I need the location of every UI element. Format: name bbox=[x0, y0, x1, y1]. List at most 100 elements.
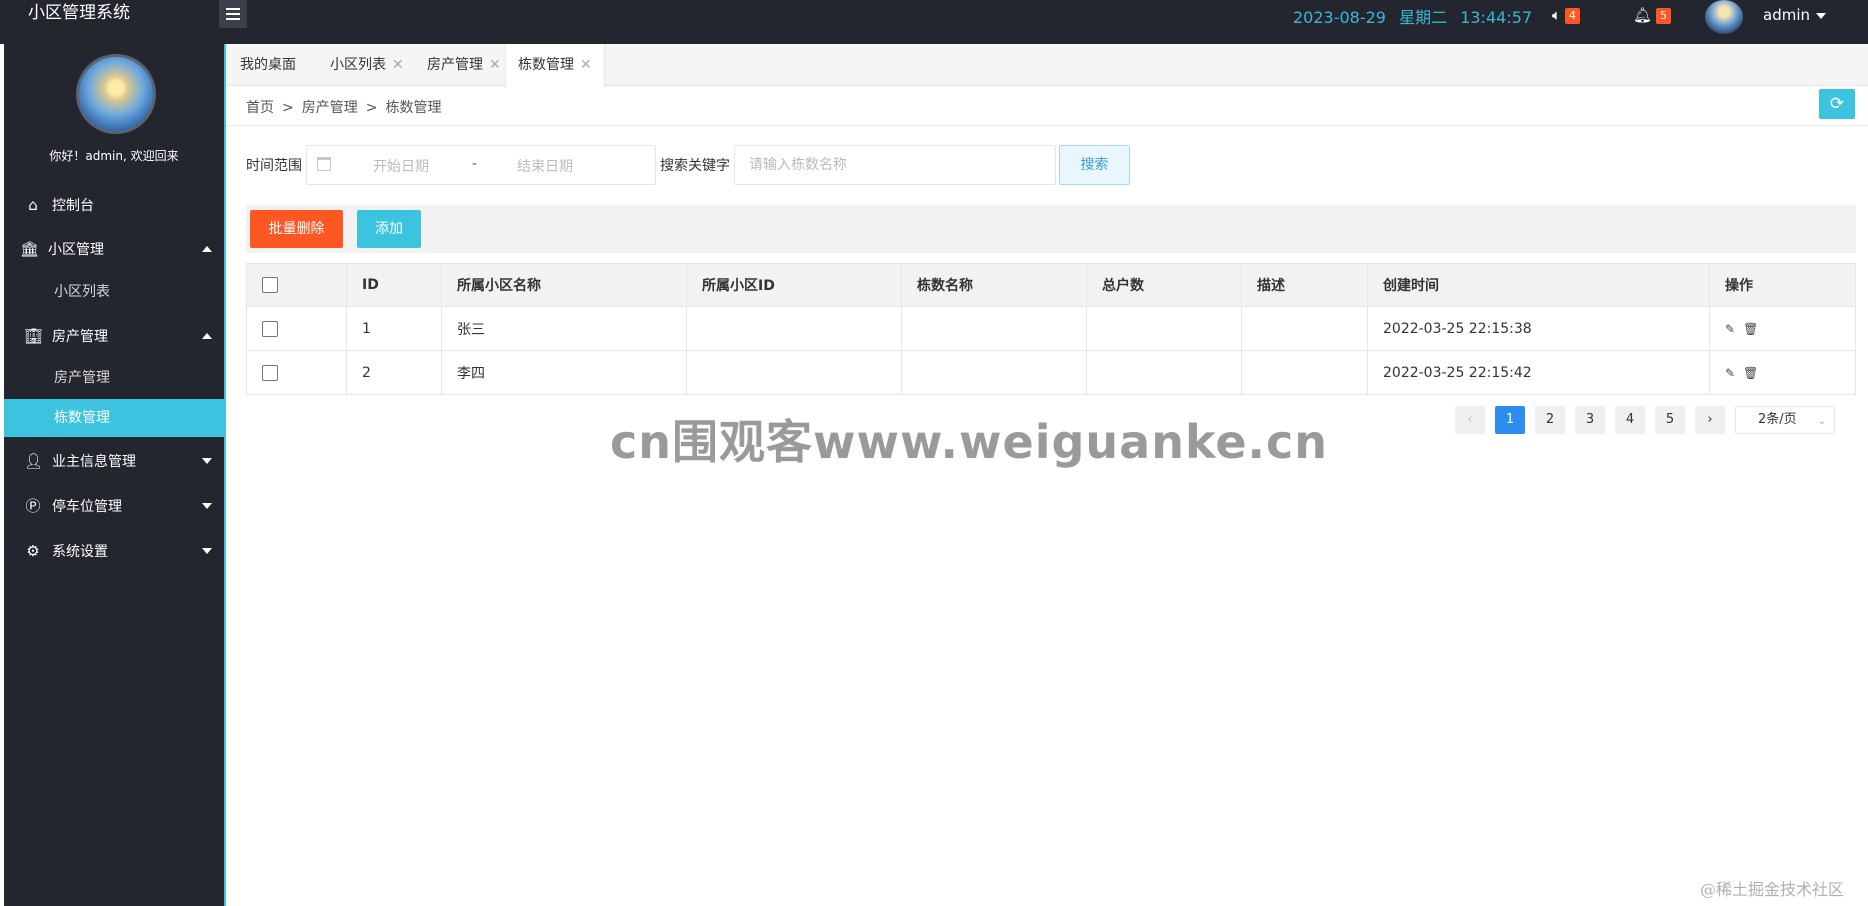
created-time-cell: 2022-03-25 22:15:42 bbox=[1367, 350, 1710, 395]
date-text: 2023-08-29 bbox=[1293, 8, 1386, 27]
community-id-cell bbox=[686, 306, 902, 351]
edit-icon[interactable]: ✎ bbox=[1725, 322, 1735, 336]
tab-building[interactable]: 栋数管理 ✕ bbox=[505, 44, 605, 87]
breadcrumb-current: 栋数管理 bbox=[385, 100, 442, 116]
page-5-button[interactable]: 5 bbox=[1655, 406, 1685, 434]
calendar-icon bbox=[317, 157, 331, 171]
sidebar-item-dashboard[interactable]: ⌂ 控制台 bbox=[4, 185, 224, 225]
app-title: 小区管理系统 bbox=[28, 3, 130, 23]
column-header: 所属小区名称 bbox=[441, 263, 687, 307]
table-row: 2 李四 2022-03-25 22:15:42 ✎ 🗑︎ bbox=[246, 350, 1856, 395]
chevron-up-icon bbox=[202, 333, 212, 339]
community-id-cell bbox=[686, 350, 902, 395]
menu-toggle-icon[interactable] bbox=[219, 0, 247, 28]
next-page-button[interactable]: › bbox=[1695, 406, 1725, 434]
sidebar-item-building-manage[interactable]: 栋数管理 bbox=[4, 399, 224, 437]
search-input[interactable] bbox=[734, 145, 1056, 185]
page-2-button[interactable]: 2 bbox=[1535, 406, 1565, 434]
actions-cell: ✎ 🗑︎ bbox=[1709, 306, 1856, 351]
tab-property[interactable]: 房产管理 ✕ bbox=[415, 44, 513, 86]
refresh-icon: ⟳ bbox=[1829, 94, 1845, 114]
sidebar-item-property[interactable]: 🏢︎ 房产管理 bbox=[4, 316, 224, 356]
select-all-cell bbox=[246, 263, 347, 307]
welcome-text: 你好！admin, 欢迎回来 bbox=[49, 149, 179, 163]
refresh-button[interactable]: ⟳ bbox=[1819, 89, 1855, 119]
column-header: 描述 bbox=[1241, 263, 1368, 307]
chevron-down-icon: ⌄ bbox=[1817, 416, 1826, 427]
trash-icon[interactable]: 🗑︎ bbox=[1743, 322, 1758, 336]
sound-badge: 4 bbox=[1565, 7, 1581, 24]
page-4-button[interactable]: 4 bbox=[1615, 406, 1645, 434]
close-icon[interactable]: ✕ bbox=[580, 57, 592, 73]
tab-label: 我的桌面 bbox=[240, 57, 296, 73]
tab-bar: 我的桌面 小区列表 ✕ 房产管理 ✕ 栋数管理 ✕ bbox=[226, 44, 1868, 87]
row-checkbox[interactable] bbox=[262, 320, 278, 337]
sidebar-item-label: 小区管理 bbox=[48, 242, 104, 258]
building-name-cell bbox=[901, 306, 1087, 351]
page-size-select[interactable]: 2条/页 ⌄ bbox=[1735, 406, 1835, 434]
building-name-cell bbox=[901, 350, 1087, 395]
sidebar-item-owner-info[interactable]: 👤︎ 业主信息管理 bbox=[4, 441, 224, 481]
breadcrumb-home[interactable]: 首页 bbox=[246, 100, 274, 116]
sidebar-item-community-list[interactable]: 小区列表 bbox=[4, 273, 224, 311]
sidebar-edge-line bbox=[224, 44, 226, 906]
column-header: 栋数名称 bbox=[901, 263, 1087, 307]
batch-delete-button[interactable]: 批量删除 bbox=[250, 210, 343, 248]
time-text: 13:44:57 bbox=[1460, 8, 1533, 27]
sidebar-item-label: 栋数管理 bbox=[54, 410, 110, 426]
datetime-display: 2023-08-29 星期二 13:44:57 bbox=[1293, 4, 1540, 28]
bell-notification[interactable]: 🔔︎ 5 bbox=[1633, 6, 1672, 24]
table-header-row: ID 所属小区名称 所属小区ID 栋数名称 总户数 描述 创建时间 操作 bbox=[246, 263, 1856, 307]
tab-label: 房产管理 bbox=[427, 57, 483, 73]
sidebar-item-parking[interactable]: Ⓟ 停车位管理 bbox=[4, 486, 224, 526]
sidebar-item-label: 小区列表 bbox=[54, 284, 110, 300]
table-toolbar: 批量删除 添加 bbox=[246, 205, 1856, 253]
bell-icon: 🔔︎ bbox=[1633, 6, 1653, 24]
sound-notification[interactable]: 🔈︎ 4 bbox=[1552, 6, 1581, 24]
data-table: ID 所属小区名称 所属小区ID 栋数名称 总户数 描述 创建时间 操作 1 张… bbox=[246, 263, 1856, 395]
breadcrumb: 首页 > 房产管理 > 栋数管理 bbox=[246, 97, 441, 117]
speaker-icon: 🔈︎ bbox=[1552, 6, 1562, 24]
column-header: 所属小区ID bbox=[686, 263, 902, 307]
sidebar-item-property-manage[interactable]: 房产管理 bbox=[4, 359, 224, 397]
row-checkbox[interactable] bbox=[262, 364, 278, 381]
page-1-button[interactable]: 1 bbox=[1495, 406, 1525, 434]
prev-page-button[interactable]: ‹ bbox=[1455, 406, 1485, 434]
close-icon[interactable]: ✕ bbox=[392, 57, 404, 73]
tab-community-list[interactable]: 小区列表 ✕ bbox=[318, 44, 416, 86]
tab-desktop[interactable]: 我的桌面 bbox=[228, 44, 308, 86]
actions-cell: ✎ 🗑︎ bbox=[1709, 350, 1856, 395]
sidebar-item-label: 停车位管理 bbox=[52, 499, 122, 515]
column-header: ID bbox=[346, 263, 442, 307]
select-all-checkbox[interactable] bbox=[262, 277, 278, 293]
close-icon[interactable]: ✕ bbox=[489, 57, 501, 73]
user-menu[interactable]: admin bbox=[1763, 6, 1826, 24]
column-header: 创建时间 bbox=[1367, 263, 1710, 307]
keyword-label: 搜索关键字 bbox=[660, 158, 730, 174]
date-range-picker[interactable]: 开始日期 - 结束日期 bbox=[306, 145, 656, 185]
table-row: 1 张三 2022-03-25 22:15:38 ✎ 🗑︎ bbox=[246, 306, 1856, 351]
end-date-field[interactable]: 结束日期 bbox=[517, 156, 573, 176]
row-select-cell bbox=[246, 306, 347, 351]
start-date-field[interactable]: 开始日期 bbox=[373, 156, 429, 176]
breadcrumb-separator: > bbox=[365, 100, 378, 116]
username-text: admin bbox=[1763, 6, 1810, 24]
home-icon: ⌂ bbox=[28, 196, 38, 214]
time-range-label: 时间范围 bbox=[246, 158, 302, 174]
row-select-cell bbox=[246, 350, 347, 395]
gear-icon: ⚙︎ bbox=[26, 542, 40, 560]
sidebar-item-settings[interactable]: ⚙︎ 系统设置 bbox=[4, 531, 224, 571]
add-button[interactable]: 添加 bbox=[357, 210, 421, 248]
user-avatar[interactable] bbox=[1705, 0, 1743, 34]
sidebar-item-community[interactable]: 🏛︎ 小区管理 bbox=[4, 229, 224, 269]
page-size-value: 2条/页 bbox=[1758, 412, 1797, 427]
description-cell bbox=[1241, 306, 1368, 351]
breadcrumb-property[interactable]: 房产管理 bbox=[302, 100, 358, 116]
trash-icon[interactable]: 🗑︎ bbox=[1743, 366, 1758, 380]
description-cell bbox=[1241, 350, 1368, 395]
page-3-button[interactable]: 3 bbox=[1575, 406, 1605, 434]
building-icon: 🏢︎ bbox=[24, 327, 44, 345]
search-button[interactable]: 搜索 bbox=[1059, 145, 1130, 185]
chevron-down-icon bbox=[1816, 12, 1826, 19]
edit-icon[interactable]: ✎ bbox=[1725, 366, 1735, 380]
